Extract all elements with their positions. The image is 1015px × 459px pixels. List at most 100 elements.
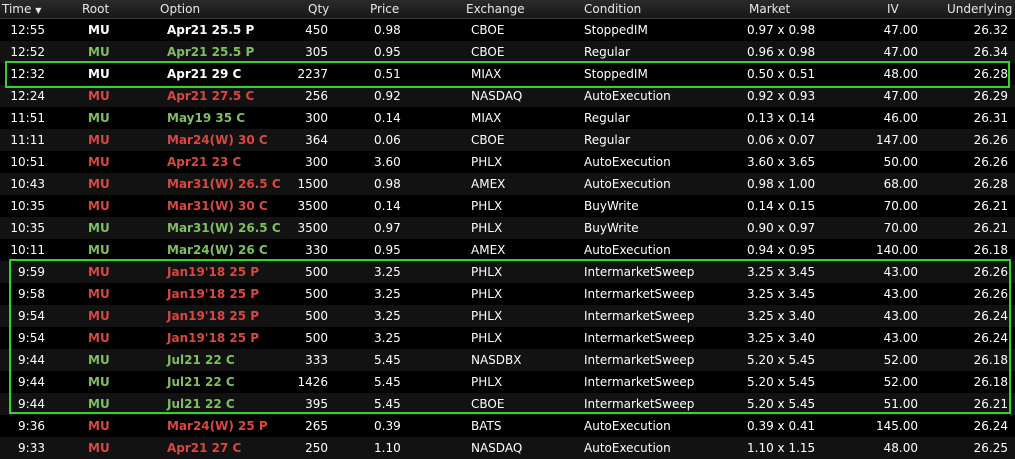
table-row[interactable]: 11:51 MU May19 35 C 300 0.14 MIAX Regular 0.13 … [0, 107, 1015, 129]
cell-option: Mar24(W) 26 C [167, 243, 268, 257]
table-row[interactable]: 9:58 MU Jan19'18 25 P 500 3.25 PHLX Intermarke… [0, 283, 1015, 305]
cell-iv: 52.00 [883, 375, 918, 389]
table-row[interactable]: 10:51 MU Apr21 23 C 300 3.60 PHLX AutoExecutio… [0, 151, 1015, 173]
cell-time: 10:35 [10, 199, 45, 213]
cell-time: 10:11 [10, 243, 45, 257]
cell-exchange: PHLX [471, 375, 503, 389]
cell-market: 3.25 x 3.45 [747, 287, 816, 301]
cell-price: 3.60 [374, 155, 401, 169]
cell-qty: 265 [305, 419, 328, 433]
column-header-iv[interactable]: IV [887, 2, 899, 16]
cell-qty: 3500 [297, 221, 328, 235]
cell-price: 5.45 [374, 397, 401, 411]
cell-time: 10:43 [10, 177, 45, 191]
cell-qty: 500 [305, 265, 328, 279]
cell-time: 9:44 [18, 375, 45, 389]
cell-root: MU [88, 45, 110, 59]
cell-root: MU [88, 309, 110, 323]
cell-root: MU [88, 221, 110, 235]
cell-time: 9:36 [18, 419, 45, 433]
cell-option: Apr21 23 C [167, 155, 242, 169]
cell-underlying: 26.26 [973, 155, 1008, 169]
column-header-time[interactable]: Time ▼ [2, 2, 41, 16]
cell-qty: 500 [305, 309, 328, 323]
cell-iv: 43.00 [883, 265, 918, 279]
cell-exchange: CBOE [471, 397, 505, 411]
table-row[interactable]: 10:35 MU Mar31(W) 30 C 3500 0.14 PHLX BuyWrite… [0, 195, 1015, 217]
cell-root: MU [88, 67, 110, 81]
cell-market: 0.39 x 0.41 [747, 419, 816, 433]
cell-price: 3.25 [374, 331, 401, 345]
cell-market: 5.20 x 5.45 [747, 397, 816, 411]
cell-exchange: PHLX [471, 265, 503, 279]
cell-underlying: 26.25 [973, 441, 1008, 455]
cell-market: 0.90 x 0.97 [747, 221, 816, 235]
cell-qty: 250 [305, 441, 328, 455]
cell-option: Jul21 22 C [167, 397, 235, 411]
cell-market: 5.20 x 5.45 [747, 353, 816, 367]
cell-root: MU [88, 243, 110, 257]
cell-iv: 47.00 [883, 89, 918, 103]
cell-condition: AutoExecution [584, 243, 671, 257]
table-row[interactable]: 9:54 MU Jan19'18 25 P 500 3.25 PHLX Intermarke… [0, 327, 1015, 349]
table-row[interactable]: 9:36 MU Mar24(W) 25 P 265 0.39 BATS AutoExecut… [0, 415, 1015, 437]
table-row[interactable]: 12:32 MU Apr21 29 C 2237 0.51 MIAX StoppedIM 0.… [0, 63, 1015, 85]
cell-underlying: 26.24 [973, 419, 1008, 433]
table-row[interactable]: 10:11 MU Mar24(W) 26 C 330 0.95 AMEX AutoExecu… [0, 239, 1015, 261]
column-header-qty[interactable]: Qty [308, 2, 329, 16]
cell-condition: BuyWrite [584, 221, 639, 235]
cell-underlying: 26.24 [973, 309, 1008, 323]
cell-root: MU [88, 419, 110, 433]
column-header-root[interactable]: Root [82, 2, 109, 16]
cell-option: Jan19'18 25 P [167, 309, 260, 323]
column-header-underlying[interactable]: Underlying [947, 2, 1012, 16]
table-row[interactable]: 12:52 MU Apr21 25.5 P 305 0.95 CBOE Regular 0.9… [0, 41, 1015, 63]
cell-root: MU [88, 375, 110, 389]
table-row[interactable]: 9:59 MU Jan19'18 25 P 500 3.25 PHLX Intermarke… [0, 261, 1015, 283]
cell-condition: Regular [584, 45, 631, 59]
table-row[interactable]: 9:54 MU Jan19'18 25 P 500 3.25 PHLX Intermarke… [0, 305, 1015, 327]
column-header-condition[interactable]: Condition [584, 2, 641, 16]
cell-root: MU [88, 199, 110, 213]
cell-exchange: BATS [471, 419, 502, 433]
cell-price: 0.95 [374, 45, 401, 59]
column-header-option[interactable]: Option [160, 2, 200, 16]
cell-exchange: PHLX [471, 221, 503, 235]
cell-option: Jan19'18 25 P [167, 265, 260, 279]
cell-time: 11:11 [10, 133, 45, 147]
cell-exchange: PHLX [471, 331, 503, 345]
cell-iv: 47.00 [883, 23, 918, 37]
table-row[interactable]: 10:35 MU Mar31(W) 26.5 C 3500 0.97 PHLX BuyWri… [0, 217, 1015, 239]
cell-underlying: 26.28 [973, 67, 1008, 81]
cell-underlying: 26.21 [973, 221, 1008, 235]
cell-qty: 364 [305, 133, 328, 147]
column-header-market[interactable]: Market [749, 2, 790, 16]
cell-root: MU [88, 133, 110, 147]
table-row[interactable]: 9:33 MU Apr21 27 C 250 1.10 NASDAQ AutoExecuti… [0, 437, 1015, 459]
table-row[interactable]: 10:43 MU Mar31(W) 26.5 C 1500 0.98 AMEX AutoEx… [0, 173, 1015, 195]
cell-market: 3.25 x 3.40 [747, 331, 816, 345]
cell-qty: 330 [305, 243, 328, 257]
column-header-price[interactable]: Price [370, 2, 399, 16]
cell-qty: 500 [305, 287, 328, 301]
table-row[interactable]: 9:44 MU Jul21 22 C 1426 5.45 PHLX IntermarketS… [0, 371, 1015, 393]
table-row[interactable]: 11:11 MU Mar24(W) 30 C 364 0.06 CBOE Regular 0.… [0, 129, 1015, 151]
cell-underlying: 26.21 [973, 199, 1008, 213]
table-row[interactable]: 9:44 MU Jul21 22 C 333 5.45 NASDBX Intermarket… [0, 349, 1015, 371]
cell-option: Apr21 27.5 C [167, 89, 255, 103]
cell-option: Mar31(W) 30 C [167, 199, 268, 213]
table-row[interactable]: 12:24 MU Apr21 27.5 C 256 0.92 NASDAQ AutoExec… [0, 85, 1015, 107]
table-row[interactable]: 9:44 MU Jul21 22 C 395 5.45 CBOE IntermarketSw… [0, 393, 1015, 415]
column-header-exchange[interactable]: Exchange [466, 2, 525, 16]
cell-qty: 2237 [297, 67, 328, 81]
cell-underlying: 26.18 [973, 353, 1008, 367]
cell-exchange: PHLX [471, 199, 503, 213]
cell-iv: 52.00 [883, 353, 918, 367]
cell-root: MU [88, 177, 110, 191]
cell-iv: 46.00 [883, 111, 918, 125]
cell-price: 0.14 [374, 111, 401, 125]
cell-condition: BuyWrite [584, 199, 639, 213]
table-row[interactable]: 12:55 MU Apr21 25.5 P 450 0.98 CBOE StoppedIM 0… [0, 19, 1015, 41]
cell-iv: 48.00 [883, 67, 918, 81]
cell-market: 3.25 x 3.45 [747, 265, 816, 279]
